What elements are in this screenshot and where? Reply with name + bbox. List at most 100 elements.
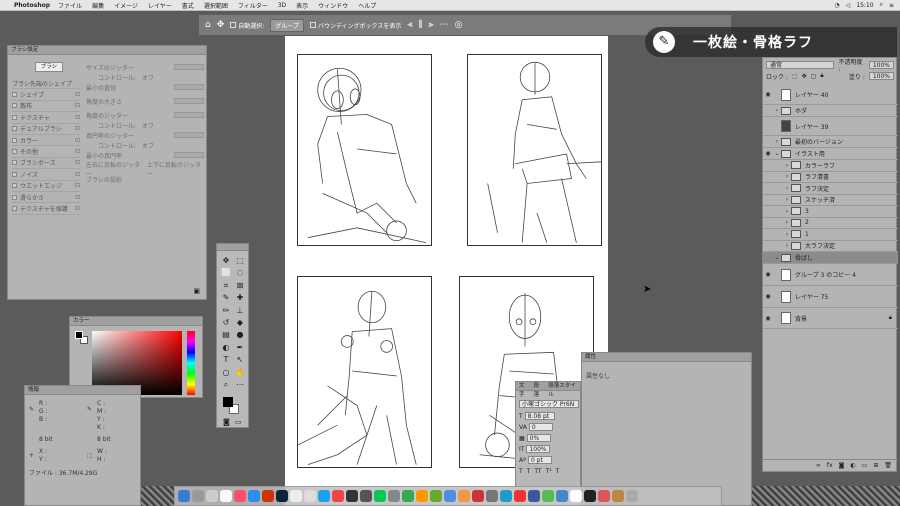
premiere-icon[interactable] bbox=[360, 490, 372, 502]
tilt-scale-field[interactable] bbox=[174, 98, 204, 104]
3d-mode-icon[interactable]: ◎ bbox=[455, 20, 463, 30]
color-tab[interactable]: カラー bbox=[70, 317, 202, 326]
visibility-eye-icon[interactable]: ◉ bbox=[763, 315, 773, 322]
trash-icon[interactable] bbox=[626, 490, 638, 502]
checkbox[interactable] bbox=[12, 92, 17, 98]
home-icon[interactable]: ⌂ bbox=[205, 20, 211, 30]
volume-icon[interactable]: ◁ bbox=[846, 2, 851, 9]
lock-move-icon[interactable]: ✥ bbox=[802, 73, 807, 80]
layer-row[interactable]: ◉ レイヤー 40 bbox=[763, 85, 898, 105]
flip-y-checkbox[interactable]: 上下に反転のジッター bbox=[147, 160, 204, 178]
faux-italic-icon[interactable]: T bbox=[527, 468, 531, 475]
tools-tab[interactable] bbox=[217, 244, 248, 251]
app-icon-1[interactable] bbox=[430, 490, 442, 502]
control3-dropdown[interactable]: オフ bbox=[142, 141, 154, 150]
expand-arrow-icon[interactable]: › bbox=[773, 107, 781, 114]
new-brush-icon[interactable]: ▣ bbox=[193, 287, 200, 295]
app-icon-14[interactable] bbox=[612, 490, 624, 502]
app-icon-11[interactable] bbox=[570, 490, 582, 502]
screen-mode-icon[interactable]: ▭ bbox=[235, 418, 242, 426]
eyedropper-tool-icon[interactable]: ✎ bbox=[219, 293, 233, 305]
app-icon-8[interactable] bbox=[528, 490, 540, 502]
zoom-tool-icon[interactable]: ⌕ bbox=[219, 380, 233, 392]
size-jitter-field[interactable] bbox=[174, 64, 204, 70]
tab-paragraph[interactable]: 段落 bbox=[534, 382, 545, 398]
app-icon-9[interactable] bbox=[542, 490, 554, 502]
wifi-icon[interactable]: ◔ bbox=[834, 2, 839, 9]
quick-mask-icon[interactable]: ◙ bbox=[223, 418, 230, 426]
layer-row[interactable]: › ホダ bbox=[763, 105, 898, 117]
mail-icon[interactable] bbox=[388, 490, 400, 502]
expand-arrow-icon[interactable]: › bbox=[783, 231, 791, 238]
superscript-icon[interactable]: T¹ bbox=[546, 468, 552, 475]
checkbox[interactable] bbox=[12, 149, 17, 155]
lock-icon[interactable]: ⊡ bbox=[75, 205, 80, 212]
finder-icon[interactable] bbox=[178, 490, 190, 502]
link-layers-icon[interactable]: ∞ bbox=[816, 462, 821, 469]
foreground-color-swatch[interactable] bbox=[75, 331, 83, 339]
lock-pixels-icon[interactable]: ⬚ bbox=[792, 73, 798, 80]
checkbox[interactable] bbox=[12, 103, 17, 109]
gradient-tool-icon[interactable]: ▤ bbox=[219, 330, 233, 342]
checkbox[interactable] bbox=[12, 205, 17, 211]
projection-checkbox[interactable]: ブラシの投影 bbox=[86, 175, 122, 184]
lock-all-icon[interactable]: 🔒︎ bbox=[820, 72, 823, 80]
font-size-field[interactable]: 8.08 pt bbox=[524, 412, 555, 420]
chrome-icon[interactable] bbox=[332, 490, 344, 502]
collapse-arrow-icon[interactable]: ⌄ bbox=[773, 150, 781, 157]
menu-type[interactable]: 書式 bbox=[182, 1, 194, 10]
app-icon-12[interactable] bbox=[584, 490, 596, 502]
app-icon-10[interactable] bbox=[556, 490, 568, 502]
lock-icon[interactable]: ⊡ bbox=[75, 182, 80, 189]
app-icon-3[interactable] bbox=[458, 490, 470, 502]
font-family-dropdown[interactable]: 小塚ゴシック Pr6N bbox=[519, 400, 579, 408]
lock-icon[interactable]: ⊡ bbox=[75, 137, 80, 144]
brush-option-color[interactable]: カラー ⊡ bbox=[12, 135, 80, 147]
healing-tool-icon[interactable]: ✚ bbox=[233, 293, 247, 305]
distribute-icon[interactable]: ⋯ bbox=[440, 20, 449, 30]
min-roundness-field[interactable] bbox=[174, 152, 204, 158]
menu-help[interactable]: ヘルプ bbox=[358, 1, 376, 10]
hue-slider[interactable] bbox=[187, 331, 195, 395]
more-tools-icon[interactable]: ⋯ bbox=[233, 380, 247, 392]
terminal-icon[interactable] bbox=[346, 490, 358, 502]
new-group-icon[interactable]: ▭ bbox=[862, 462, 868, 469]
hand-tool-icon[interactable]: ✋ bbox=[233, 368, 247, 380]
control2-dropdown[interactable]: オフ bbox=[142, 121, 154, 130]
calendar-icon[interactable] bbox=[220, 490, 232, 502]
crop-tool-icon[interactable]: ⌗ bbox=[219, 281, 233, 293]
layer-row[interactable]: › 1 bbox=[763, 229, 898, 241]
menu-file[interactable]: ファイル bbox=[58, 1, 82, 10]
tsume-field[interactable]: 0% bbox=[526, 434, 551, 442]
min-diameter-field[interactable] bbox=[174, 84, 204, 90]
menu-app-name[interactable]: Photoshop bbox=[14, 2, 50, 9]
dodge-tool-icon[interactable]: ◐ bbox=[219, 343, 233, 355]
app-icon-5[interactable] bbox=[486, 490, 498, 502]
brush-option-scatter[interactable]: 散布 ⊡ bbox=[12, 101, 80, 113]
checkbox[interactable] bbox=[12, 171, 17, 177]
underline-icon[interactable]: T bbox=[556, 468, 560, 475]
amazon-icon[interactable] bbox=[416, 490, 428, 502]
menu-edit[interactable]: 編集 bbox=[92, 1, 104, 10]
app-store-icon[interactable] bbox=[248, 490, 260, 502]
menu-clock[interactable]: 15:10 bbox=[856, 2, 873, 9]
layer-style-icon[interactable]: fx bbox=[827, 462, 833, 469]
app-icon-2[interactable] bbox=[444, 490, 456, 502]
brush-option-other[interactable]: その他 ⊡ bbox=[12, 146, 80, 158]
blend-mode-dropdown[interactable]: 通常 bbox=[766, 60, 835, 69]
layer-row[interactable]: › 3 bbox=[763, 206, 898, 218]
brush-option-protect-texture[interactable]: テクスチャを保護 ⊡ bbox=[12, 203, 80, 215]
layer-row[interactable]: › スケッチ済 bbox=[763, 195, 898, 206]
app-icon-13[interactable] bbox=[598, 490, 610, 502]
brush-tool-icon[interactable]: ✏ bbox=[219, 306, 233, 318]
brush-option-texture[interactable]: テクスチャ ⊡ bbox=[12, 112, 80, 124]
brush-settings-tab[interactable]: ブラシ設定 bbox=[8, 46, 206, 55]
lock-icon[interactable]: ⊡ bbox=[75, 194, 80, 201]
add-mask-icon[interactable]: ◙ bbox=[839, 462, 845, 469]
blur-tool-icon[interactable]: ● bbox=[233, 330, 247, 342]
align-left-icon[interactable]: ⫷ bbox=[407, 20, 412, 30]
visibility-eye-icon[interactable]: ◉ bbox=[763, 271, 773, 278]
layer-row[interactable]: › カラーラフ bbox=[763, 160, 898, 172]
layer-row[interactable]: ◉ ⌄ イラスト用 bbox=[763, 148, 898, 160]
brush-option-smoothing[interactable]: 滑らかさ ⊡ bbox=[12, 192, 80, 204]
